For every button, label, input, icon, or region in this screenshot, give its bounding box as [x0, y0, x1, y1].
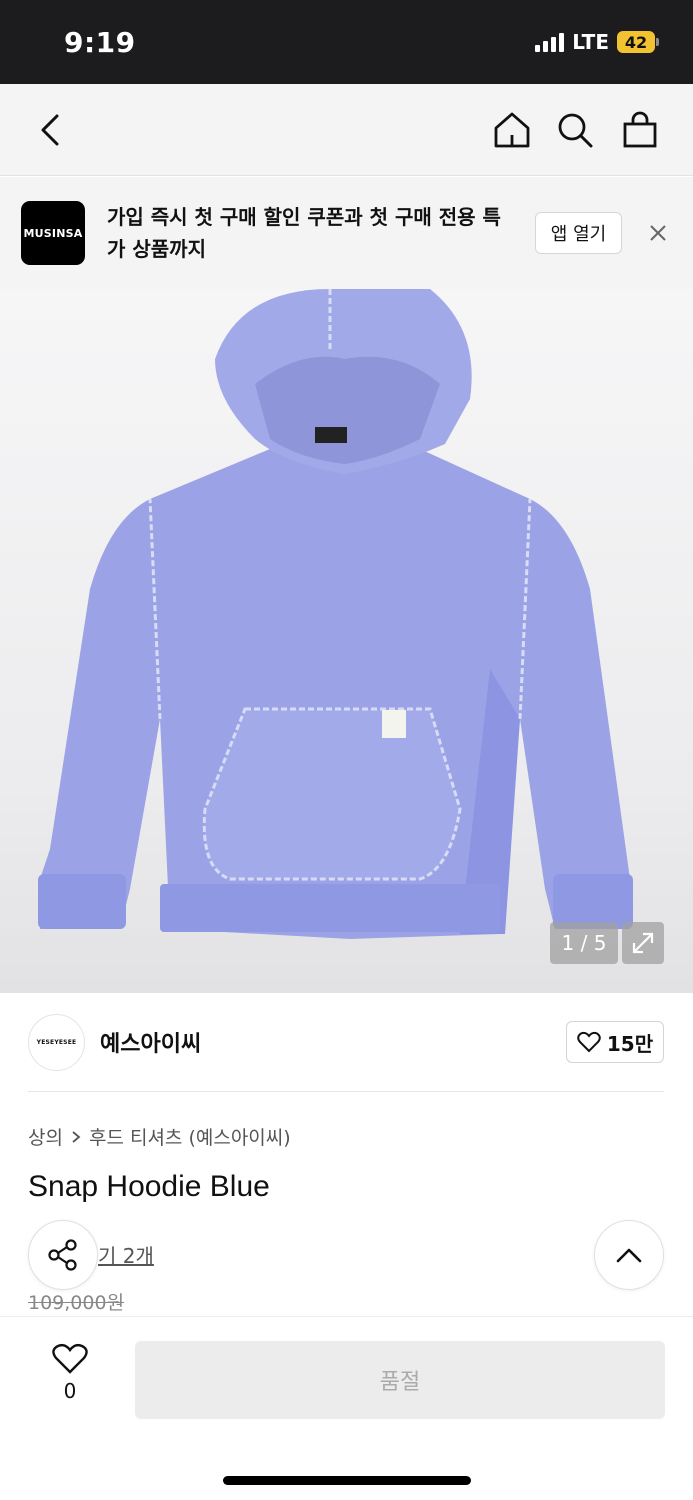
- breadcrumb: 상의 후드 티셔츠 (예스아이씨): [28, 1123, 291, 1150]
- search-icon: [558, 113, 593, 148]
- brand-like-button[interactable]: 15만: [566, 1021, 664, 1063]
- image-counter: 1 / 5: [550, 922, 618, 964]
- home-indicator: [223, 1476, 471, 1485]
- banner-text: 가입 즉시 첫 구매 할인 쿠폰과 첫 구매 전용 특가 상품까지: [107, 205, 501, 261]
- battery-icon: 42: [617, 31, 659, 53]
- brand-row: YESEYESEE 예스아이씨 15만: [28, 1012, 664, 1092]
- status-time: 9:19: [64, 26, 136, 59]
- wishlist-count: 0: [63, 1379, 77, 1403]
- status-bar: 9:19 LTE 42: [0, 0, 693, 84]
- battery-level: 42: [617, 31, 655, 53]
- heart-icon: [577, 1031, 601, 1053]
- nav-bar: [0, 84, 693, 176]
- shopping-bag-icon: [623, 111, 657, 148]
- brand-name[interactable]: 예스아이씨: [100, 1026, 201, 1058]
- hoodie-illustration: [38, 289, 633, 939]
- scroll-top-button[interactable]: [594, 1220, 664, 1290]
- product-image[interactable]: [0, 289, 693, 993]
- share-button[interactable]: [28, 1220, 98, 1290]
- expand-image-button[interactable]: [622, 922, 664, 964]
- original-price: 109,000원: [28, 1292, 125, 1314]
- product-title: Snap Hoodie Blue: [28, 1170, 270, 1203]
- wishlist-button[interactable]: 0: [40, 1343, 100, 1413]
- chevron-right-icon: [72, 1130, 81, 1143]
- breadcrumb-category[interactable]: 상의: [28, 1123, 63, 1150]
- banner-close-button[interactable]: [640, 215, 676, 251]
- home-button[interactable]: [488, 106, 536, 154]
- status-indicators: LTE 42: [535, 30, 659, 54]
- breadcrumb-subcategory[interactable]: 후드 티셔츠 (예스아이씨): [89, 1123, 291, 1150]
- brand-logo[interactable]: YESEYESEE: [28, 1014, 85, 1071]
- musinsa-logo: MUSINSA: [21, 201, 85, 265]
- expand-icon: [632, 932, 654, 954]
- back-button[interactable]: [26, 106, 74, 154]
- cart-button[interactable]: [616, 106, 664, 154]
- signal-icon: [535, 32, 565, 52]
- heart-icon: [52, 1343, 88, 1374]
- review-link[interactable]: 기 2개: [98, 1240, 154, 1269]
- sold-out-button[interactable]: 품절: [135, 1341, 665, 1419]
- bottom-action-bar: 0 품절: [0, 1316, 693, 1500]
- open-app-button[interactable]: 앱 열기: [535, 212, 622, 254]
- chevron-up-icon: [616, 1248, 642, 1263]
- brand-like-count: 15만: [606, 1031, 654, 1056]
- search-button[interactable]: [551, 106, 599, 154]
- network-label: LTE: [572, 30, 609, 54]
- chevron-left-icon: [41, 114, 59, 146]
- close-icon: [650, 225, 666, 241]
- share-icon: [48, 1239, 77, 1271]
- home-icon: [494, 112, 530, 148]
- app-install-banner: MUSINSA 가입 즉시 첫 구매 할인 쿠폰과 첫 구매 전용 특가 상품까…: [0, 177, 693, 289]
